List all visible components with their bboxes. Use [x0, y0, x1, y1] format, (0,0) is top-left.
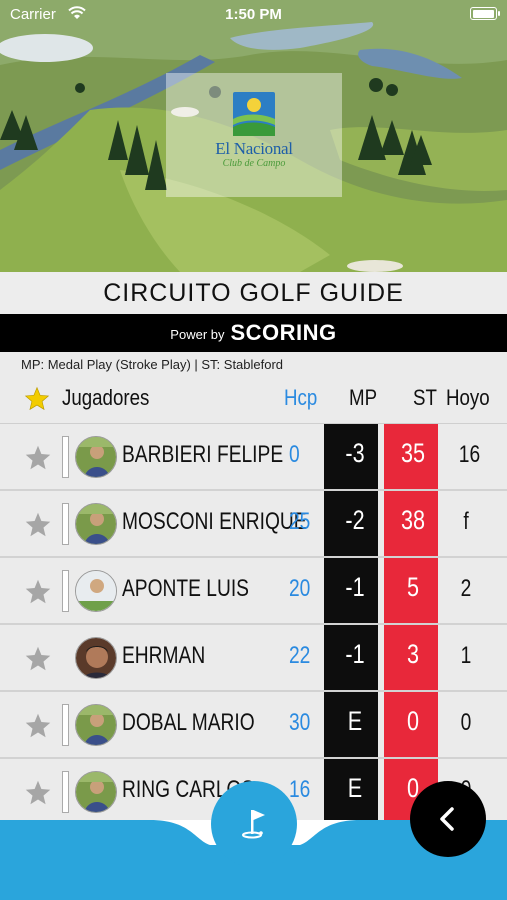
player-hcp: 22: [289, 642, 311, 669]
header-players[interactable]: Jugadores: [62, 385, 149, 411]
club-subtitle: Club de Campo: [222, 158, 286, 169]
clock: 1:50 PM: [225, 6, 282, 23]
star-icon[interactable]: [24, 444, 52, 472]
powered-by-label: Power by: [170, 327, 225, 342]
player-st: 0: [406, 706, 420, 736]
player-mp: E: [347, 706, 363, 736]
battery-level: [472, 9, 494, 18]
player-name: BARBIERI FELIPE: [122, 441, 284, 468]
club-logo: El Nacional Club de Campo: [166, 73, 342, 197]
player-mp: E: [347, 773, 363, 803]
player-hcp: 0: [289, 441, 300, 468]
avatar: [75, 637, 117, 679]
avatar: [75, 436, 117, 478]
player-mp: -2: [345, 505, 365, 535]
page-title-bar: CIRCUITO GOLF GUIDE: [0, 272, 507, 314]
player-st: 5: [406, 572, 420, 602]
course-banner: Carrier 1:50 PM El Nacional Club de Camp…: [0, 0, 507, 272]
player-name: APONTE LUIS: [122, 575, 249, 602]
player-hcp: 30: [289, 709, 311, 736]
scoring-legend: MP: Medal Play (Stroke Play) | ST: Stabl…: [0, 352, 507, 378]
star-icon[interactable]: [24, 511, 52, 539]
star-icon[interactable]: [24, 645, 52, 673]
table-row[interactable]: BARBIERI FELIPE 0 -3 35 16: [0, 424, 507, 491]
player-hcp: 16: [289, 776, 311, 803]
brand-logo: SCORING: [230, 320, 337, 345]
star-icon[interactable]: [24, 578, 52, 606]
header-hcp[interactable]: Hcp: [284, 385, 317, 411]
selection-indicator: [62, 704, 69, 746]
header-hoyo[interactable]: Hoyo: [446, 385, 490, 411]
chevron-left-icon: [440, 807, 454, 831]
table-row[interactable]: EHRMAN 22 -1 3 1: [0, 625, 507, 692]
back-button[interactable]: [410, 781, 486, 857]
table-row[interactable]: MOSCONI ENRIQUE 25 -2 38 f: [0, 491, 507, 558]
status-bar: Carrier 1:50 PM: [0, 0, 507, 30]
player-hoyo: 2: [460, 575, 472, 602]
header-st[interactable]: ST: [413, 385, 437, 411]
table-row[interactable]: DOBAL MARIO 30 E 0 0: [0, 692, 507, 759]
page-title: CIRCUITO GOLF GUIDE: [103, 278, 404, 307]
player-hcp: 20: [289, 575, 311, 602]
player-mp: -3: [345, 438, 365, 468]
avatar: [75, 570, 117, 612]
table-header: Jugadores Hcp MP ST Hoyo: [0, 378, 507, 424]
player-name: EHRMAN: [122, 642, 206, 669]
star-icon[interactable]: [24, 779, 52, 807]
star-icon[interactable]: [24, 712, 52, 740]
player-mp: -1: [345, 572, 365, 602]
player-hoyo: 1: [460, 642, 472, 669]
avatar: [75, 704, 117, 746]
scorecard-button[interactable]: [211, 781, 297, 867]
player-hoyo: 0: [460, 709, 472, 736]
player-name: DOBAL MARIO: [122, 709, 255, 736]
club-name: El Nacional: [215, 139, 293, 158]
players-list[interactable]: BARBIERI FELIPE 0 -3 35 16 MOSCONI ENRIQ…: [0, 424, 507, 820]
player-st: 35: [400, 438, 426, 468]
selection-indicator: [62, 436, 69, 478]
avatar: [75, 503, 117, 545]
powered-by-bar: Power by SCORING: [0, 314, 507, 352]
avatar: [75, 771, 117, 813]
table-row[interactable]: APONTE LUIS 20 -1 5 2: [0, 558, 507, 625]
player-st: 38: [400, 505, 426, 535]
club-emblem-icon: [233, 92, 275, 136]
player-hoyo: 16: [458, 441, 481, 468]
header-mp[interactable]: MP: [349, 385, 377, 411]
selection-indicator: [62, 771, 69, 813]
player-mp: -1: [345, 639, 365, 669]
golf-flag-icon: [242, 810, 265, 839]
selection-indicator: [62, 570, 69, 612]
player-hoyo: f: [463, 508, 469, 535]
star-icon[interactable]: [24, 386, 50, 412]
player-st: 3: [406, 639, 420, 669]
selection-indicator: [62, 503, 69, 545]
battery-icon: [470, 7, 500, 20]
player-name: MOSCONI ENRIQUE: [122, 508, 307, 535]
player-hcp: 25: [289, 508, 311, 535]
